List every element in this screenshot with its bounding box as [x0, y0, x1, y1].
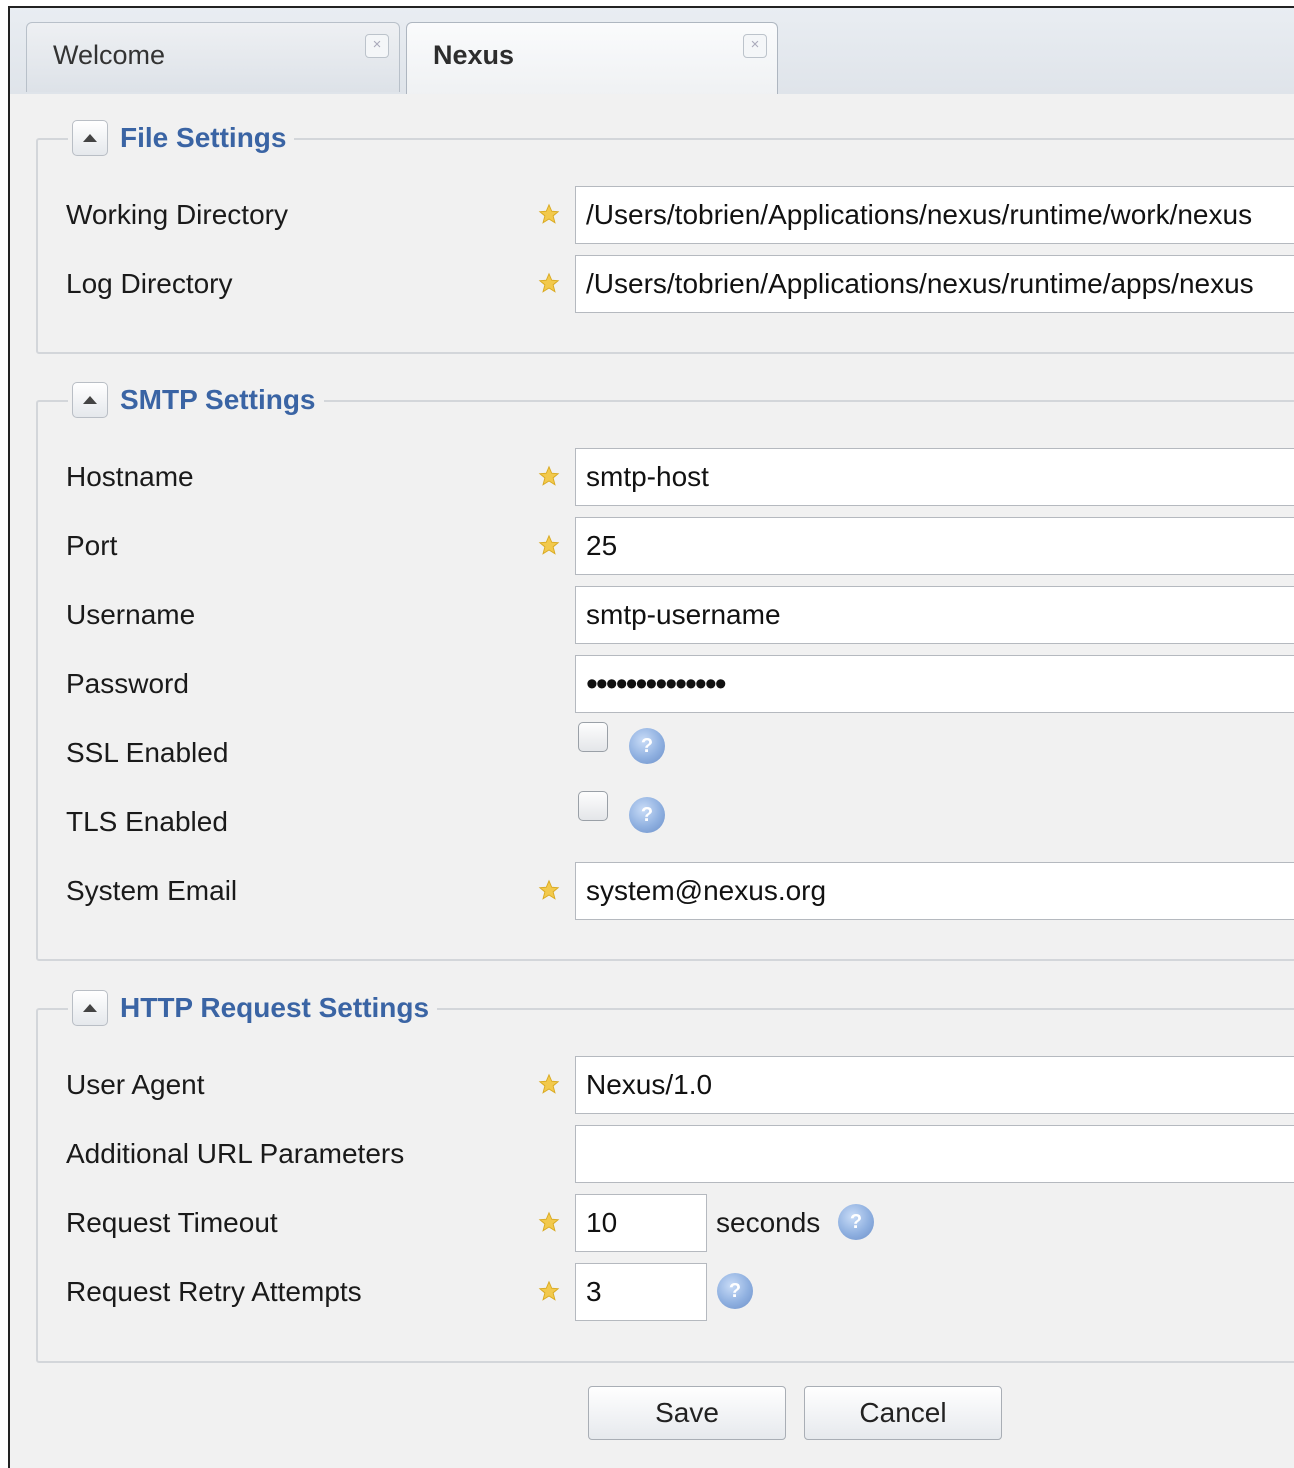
- request-timeout-input[interactable]: [575, 1194, 707, 1252]
- star-icon: [538, 534, 560, 555]
- star-icon: [538, 1211, 560, 1232]
- username-input[interactable]: [575, 586, 1294, 644]
- cancel-button[interactable]: Cancel: [804, 1386, 1002, 1440]
- admin-window: Welcome × Nexus × File Settings Working …: [8, 6, 1294, 1468]
- ssl-enabled-checkbox[interactable]: [578, 722, 608, 752]
- help-icon[interactable]: ?: [629, 797, 665, 833]
- field-label: Log Directory: [66, 268, 233, 299]
- system-email-input[interactable]: [575, 862, 1294, 920]
- save-button[interactable]: Save: [588, 1386, 786, 1440]
- field-label: Username: [66, 599, 196, 630]
- collapse-toggle[interactable]: [72, 120, 108, 156]
- section-header: File Settings: [68, 118, 295, 158]
- user-agent-input[interactable]: [575, 1056, 1294, 1114]
- file-settings-section: File Settings Working Directory Log Dire…: [36, 118, 1294, 354]
- field-label: System Email: [66, 875, 238, 906]
- chevron-up-icon: [83, 1004, 97, 1012]
- field-label: Hostname: [66, 461, 194, 492]
- field-label: SSL Enabled: [66, 737, 229, 768]
- hostname-input[interactable]: [575, 448, 1294, 506]
- chevron-up-icon: [83, 134, 97, 142]
- smtp-settings-section: SMTP Settings Hostname Port Username Pas…: [36, 380, 1294, 961]
- http-request-settings-section: HTTP Request Settings User Agent Additio…: [36, 988, 1294, 1363]
- section-title: SMTP Settings: [120, 384, 316, 415]
- close-icon[interactable]: ×: [743, 34, 767, 58]
- star-icon: [538, 272, 560, 293]
- tab-nexus[interactable]: Nexus ×: [406, 22, 778, 96]
- settings-panel: File Settings Working Directory Log Dire…: [10, 94, 1294, 1468]
- help-icon[interactable]: ?: [838, 1204, 874, 1240]
- star-icon: [538, 203, 560, 224]
- request-retry-attempts-input[interactable]: [575, 1263, 707, 1321]
- tab-welcome[interactable]: Welcome ×: [26, 22, 400, 92]
- tab-welcome-label: Welcome: [53, 40, 166, 70]
- password-input[interactable]: [575, 655, 1294, 713]
- field-label: Request Retry Attempts: [66, 1276, 362, 1307]
- tab-strip: Welcome × Nexus ×: [10, 8, 1294, 96]
- field-label: Port: [66, 530, 118, 561]
- close-icon[interactable]: ×: [365, 34, 389, 58]
- section-title: HTTP Request Settings: [120, 992, 430, 1023]
- field-label: Additional URL Parameters: [66, 1138, 405, 1169]
- additional-url-parameters-input[interactable]: [575, 1125, 1294, 1183]
- help-icon[interactable]: ?: [629, 728, 665, 764]
- star-icon: [538, 1073, 560, 1094]
- tab-nexus-label: Nexus: [433, 40, 515, 70]
- section-header: SMTP Settings: [68, 380, 324, 420]
- working-directory-input[interactable]: [575, 186, 1294, 244]
- collapse-toggle[interactable]: [72, 990, 108, 1026]
- tls-enabled-checkbox[interactable]: [578, 791, 608, 821]
- section-title: File Settings: [120, 122, 287, 153]
- star-icon: [538, 1280, 560, 1301]
- section-header: HTTP Request Settings: [68, 988, 438, 1028]
- star-icon: [538, 879, 560, 900]
- chevron-up-icon: [83, 396, 97, 404]
- field-label: Password: [66, 668, 189, 699]
- log-directory-input[interactable]: [575, 255, 1294, 313]
- field-label: Working Directory: [66, 199, 288, 230]
- help-icon[interactable]: ?: [717, 1273, 753, 1309]
- field-label: TLS Enabled: [66, 806, 228, 837]
- field-label: User Agent: [66, 1069, 205, 1100]
- star-icon: [538, 465, 560, 486]
- field-label: Request Timeout: [66, 1207, 278, 1238]
- port-input[interactable]: [575, 517, 1294, 575]
- timeout-unit-label: seconds: [716, 1207, 821, 1238]
- collapse-toggle[interactable]: [72, 382, 108, 418]
